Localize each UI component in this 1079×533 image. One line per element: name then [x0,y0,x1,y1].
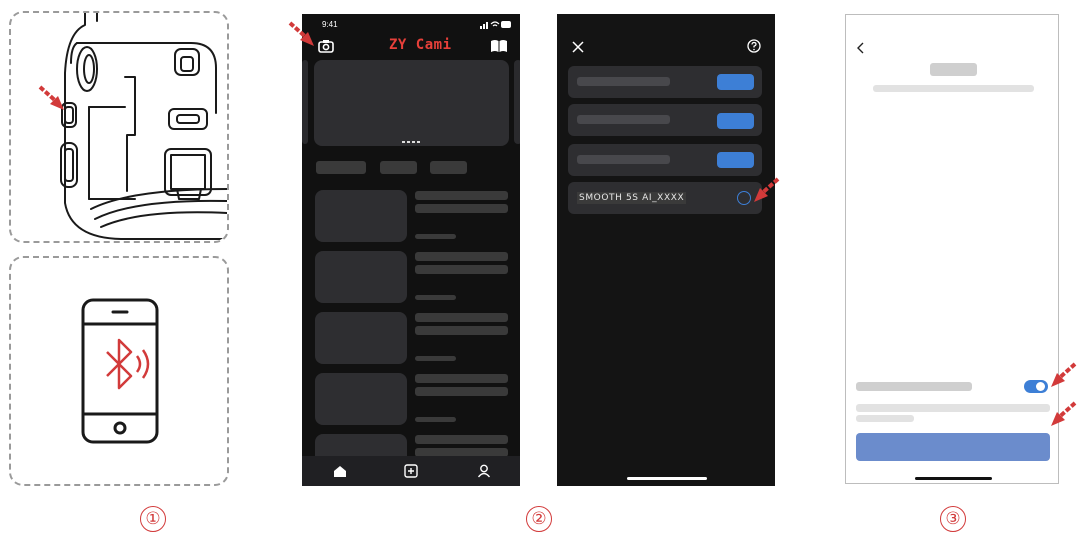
list-line [415,252,508,261]
screen-subtitle-placeholder [873,85,1034,92]
step-number-1: ① [140,506,166,532]
home-indicator [627,477,707,480]
arrow-indicator [1051,401,1077,426]
toggle-label-placeholder [856,382,972,391]
permission-toggle[interactable] [1024,380,1048,393]
list-line [415,313,508,322]
device-name-placeholder [577,77,670,86]
phone-device-list: SMOOTH 5S AI_XXXX [557,14,775,486]
status-time: 9:41 [322,20,338,29]
app-title: ZY Cami [389,37,452,53]
bottom-nav [302,456,520,486]
list-line [415,374,508,383]
phone-settings-screen [845,14,1059,484]
arrow-indicator [1051,362,1077,387]
gimbal-illustration [60,13,227,240]
screen-title-placeholder [930,63,977,76]
list-thumb [315,251,407,303]
tab-2[interactable] [380,161,417,174]
book-icon[interactable] [490,39,508,53]
home-indicator [915,477,992,480]
arrow-indicator [754,177,780,202]
device-name-placeholder [577,115,670,124]
close-icon[interactable] [572,41,584,53]
list-line [415,191,508,200]
confirm-button[interactable] [856,433,1050,461]
description-line [856,404,1050,412]
profile-icon[interactable] [477,464,491,478]
step-number-3: ③ [940,506,966,532]
step-number-2: ② [526,506,552,532]
status-icons [480,21,511,29]
list-meta [415,295,456,300]
home-icon[interactable] [333,465,347,478]
device-select-radio[interactable] [737,191,751,205]
connect-button[interactable] [717,113,754,129]
phone-home-screen: 9:41 ZY Cami [302,14,520,486]
banner-pagination [402,141,422,143]
tab-1[interactable] [316,161,366,174]
toggle-knob [1036,382,1045,391]
add-icon[interactable] [404,464,418,478]
help-icon[interactable] [747,39,761,53]
list-meta [415,356,456,361]
connect-button[interactable] [717,74,754,90]
banner-left-edge [302,60,308,144]
list-line [415,435,508,444]
list-line [415,265,508,274]
back-icon[interactable] [856,42,866,54]
bluetooth-frame [9,256,229,486]
banner-right-edge [514,60,520,144]
list-meta [415,234,456,239]
device-label: SMOOTH 5S AI_XXXX [577,192,687,204]
list-thumb [315,190,407,242]
phone-bluetooth-icon [81,298,159,444]
list-thumb [315,373,407,425]
list-thumb [315,312,407,364]
connect-button[interactable] [717,152,754,168]
arrow-indicator [38,85,64,110]
arrow-indicator [288,21,314,46]
list-line [415,326,508,335]
list-line [415,204,508,213]
list-meta [415,417,456,422]
device-name-placeholder [577,155,670,164]
camera-icon[interactable] [318,39,334,53]
tab-3[interactable] [430,161,467,174]
description-line [856,415,914,422]
list-line [415,387,508,396]
gimbal-frame [9,11,229,243]
banner[interactable] [314,60,509,146]
